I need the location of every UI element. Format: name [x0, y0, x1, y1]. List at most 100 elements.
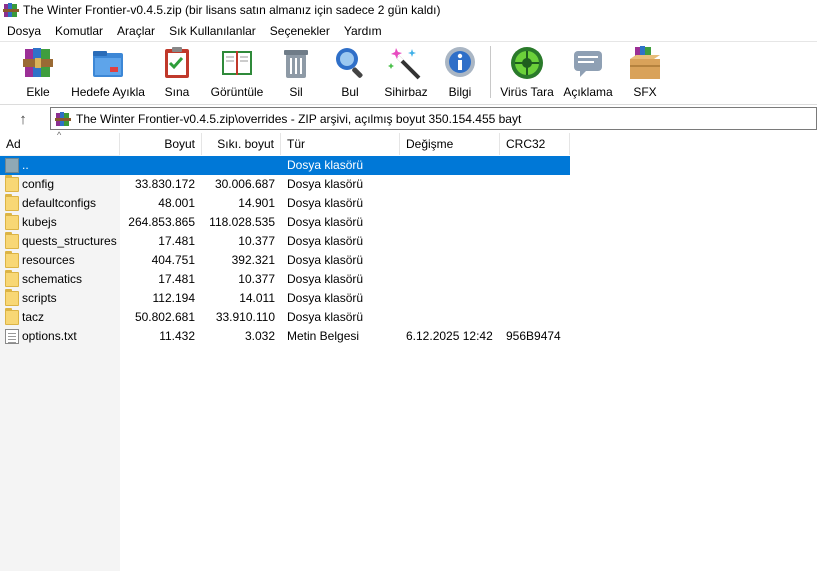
file-packed-size: 392.321	[231, 253, 275, 267]
file-type: Dosya klasörü	[287, 215, 364, 229]
view-book-icon	[219, 45, 255, 81]
toolbar-separator	[490, 46, 491, 98]
comment-icon	[570, 45, 606, 81]
find-button[interactable]: Bul	[332, 45, 368, 101]
file-list[interactable]: .. Dosya klasörü config 33.830.172 30.00…	[0, 156, 570, 346]
sfx-button[interactable]: SFX	[624, 45, 666, 101]
file-packed-size: 33.910.110	[215, 310, 275, 324]
toolbar: Ekle Hedefe Ayıkla Sına Görüntüle Sil Bu…	[0, 41, 817, 101]
find-label: Bul	[341, 85, 359, 99]
folder-icon	[5, 213, 19, 230]
extract-to-label: Hedefe Ayıkla	[71, 85, 145, 99]
table-row[interactable]: scripts 112.194 14.011 Dosya klasörü	[0, 289, 570, 308]
table-row[interactable]: resources 404.751 392.321 Dosya klasörü	[0, 251, 570, 270]
file-packed-size	[202, 156, 275, 175]
file-size: 11.432	[159, 329, 195, 343]
menu-dosya[interactable]: Dosya	[0, 24, 48, 38]
winrar-app-icon[interactable]	[3, 2, 19, 18]
info-icon	[442, 45, 478, 81]
window-title: The Winter Frontier-v0.4.5.zip (bir lisa…	[23, 3, 441, 17]
folder-icon	[5, 289, 19, 306]
folder-icon	[5, 251, 19, 268]
table-row[interactable]: kubejs 264.853.865 118.028.535 Dosya kla…	[0, 213, 570, 232]
extract-to-icon	[90, 45, 126, 81]
file-size: 264.853.865	[128, 215, 195, 229]
add-button[interactable]: Ekle	[16, 45, 60, 101]
file-name: options.txt	[22, 329, 77, 343]
table-row[interactable]: quests_structures 17.481 10.377 Dosya kl…	[0, 232, 570, 251]
comment-button[interactable]: Açıklama	[562, 45, 614, 101]
file-size: 17.481	[158, 272, 195, 286]
file-size	[120, 156, 195, 175]
file-packed-size: 118.028.535	[209, 215, 275, 229]
table-row[interactable]: tacz 50.802.681 33.910.110 Dosya klasörü	[0, 308, 570, 327]
virus-scan-icon	[509, 45, 545, 81]
file-name: kubejs	[22, 215, 57, 229]
test-button[interactable]: Sına	[157, 45, 197, 101]
folder-icon	[5, 232, 19, 249]
file-name: config	[22, 177, 55, 191]
file-size: 17.481	[158, 234, 195, 248]
menu-yardim[interactable]: Yardım	[337, 24, 389, 38]
address-bar[interactable]: The Winter Frontier-v0.4.5.zip\overrides…	[50, 107, 817, 130]
file-name: schematics	[22, 272, 83, 286]
menu-secenekler[interactable]: Seçenekler	[263, 24, 337, 38]
delete-button[interactable]: Sil	[280, 45, 312, 101]
file-packed-size: 14.901	[238, 196, 275, 210]
file-type: Dosya klasörü	[287, 253, 364, 267]
wizard-label: Sihirbaz	[384, 85, 428, 99]
folder-icon	[5, 175, 19, 192]
folder-icon	[5, 194, 19, 211]
file-name: defaultconfigs	[22, 196, 97, 210]
file-crc32: 956B9474	[506, 329, 561, 343]
sort-ascending-icon: ^	[57, 130, 62, 140]
extract-to-button[interactable]: Hedefe Ayıkla	[70, 45, 146, 101]
add-label: Ekle	[26, 85, 50, 99]
file-modified: 6.12.2025 12:42	[406, 329, 493, 343]
title-bar: The Winter Frontier-v0.4.5.zip (bir lisa…	[0, 0, 817, 20]
file-size: 50.802.681	[134, 310, 195, 324]
sfx-box-icon	[627, 45, 663, 81]
file-type: Metin Belgesi	[287, 329, 360, 343]
menu-komutlar[interactable]: Komutlar	[48, 24, 110, 38]
file-size: 404.751	[151, 253, 195, 267]
column-header-modified[interactable]: Değişme	[400, 133, 500, 155]
table-row[interactable]: .. Dosya klasörü	[0, 156, 570, 175]
file-type: Dosya klasörü	[287, 158, 364, 172]
file-size: 112.194	[152, 291, 196, 305]
info-button[interactable]: Bilgi	[442, 45, 478, 101]
view-label: Görüntüle	[210, 85, 264, 99]
column-header: Ad ^ Boyut Sıkı. boyut Tür Değişme CRC32	[0, 130, 570, 155]
table-row[interactable]: config 33.830.172 30.006.687 Dosya klasö…	[0, 175, 570, 194]
table-row[interactable]: schematics 17.481 10.377 Dosya klasörü	[0, 270, 570, 289]
file-packed-size: 10.377	[238, 234, 275, 248]
info-label: Bilgi	[448, 85, 472, 99]
file-type: Dosya klasörü	[287, 177, 364, 191]
file-name: quests_structures	[22, 234, 117, 248]
file-packed-size: 30.006.687	[214, 177, 275, 191]
view-button[interactable]: Görüntüle	[208, 45, 266, 101]
menu-sik-kullanilanlar[interactable]: Sık Kullanılanlar	[162, 24, 263, 38]
column-header-crc32[interactable]: CRC32	[500, 133, 570, 155]
delete-label: Sil	[289, 85, 303, 99]
file-name: ..	[22, 158, 29, 172]
virus-scan-button[interactable]: Virüs Tara	[500, 45, 554, 101]
folder-icon	[5, 270, 19, 287]
wizard-wand-icon	[388, 45, 424, 81]
up-one-level-button[interactable]: ↑	[8, 108, 38, 130]
text-file-icon	[5, 329, 19, 344]
file-type: Dosya klasörü	[287, 310, 364, 324]
menu-araclar[interactable]: Araçlar	[110, 24, 162, 38]
column-header-packed-size[interactable]: Sıkı. boyut	[202, 133, 281, 155]
column-header-type[interactable]: Tür	[281, 133, 400, 155]
table-row[interactable]: options.txt 11.432 3.032 Metin Belgesi 6…	[0, 327, 570, 346]
file-packed-size: 3.032	[244, 329, 275, 343]
parent-folder-icon	[5, 158, 19, 173]
file-type: Dosya klasörü	[287, 291, 364, 305]
table-row[interactable]: defaultconfigs 48.001 14.901 Dosya klasö…	[0, 194, 570, 213]
test-label: Sına	[164, 85, 190, 99]
column-header-size[interactable]: Boyut	[120, 133, 202, 155]
test-icon	[159, 45, 195, 81]
file-type: Dosya klasörü	[287, 272, 364, 286]
wizard-button[interactable]: Sihirbaz	[384, 45, 428, 101]
